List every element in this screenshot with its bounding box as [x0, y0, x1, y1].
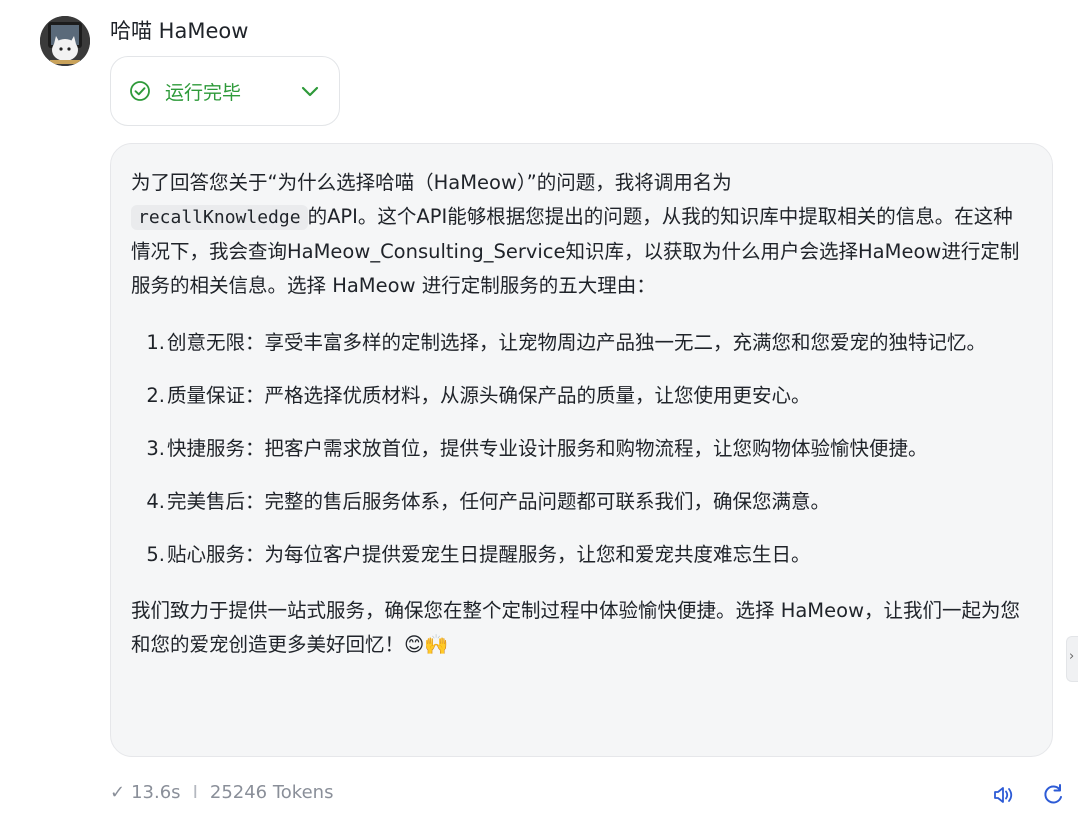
check-circle-icon	[129, 80, 151, 102]
duration: 13.6s	[131, 781, 181, 803]
message-bubble: 为了回答您关于“为什么选择哈喵（HaMeow）”的问题，我将调用名为 recall…	[110, 143, 1053, 757]
refresh-icon	[1044, 784, 1062, 804]
api-name-code: recallKnowledge	[131, 205, 308, 230]
chevron-right-icon: ›	[1069, 649, 1075, 664]
chevron-down-icon[interactable]	[299, 80, 321, 102]
speaker-icon	[994, 787, 1013, 803]
message-toolbar	[988, 780, 1068, 810]
list-item-text: 贴心服务：为每位客户提供爱宠生日提醒服务，让您和爱宠共度难忘生日。	[167, 543, 811, 566]
list-item-number: 4.	[146, 490, 165, 513]
run-status-label: 运行完毕	[165, 81, 242, 104]
list-item-number: 5.	[146, 543, 165, 566]
outro-paragraph: 我们致力于提供一站式服务，确保您在整个定制过程中体验愉快便捷。选择 HaMeow…	[131, 599, 1021, 656]
check-icon: ✓	[110, 781, 126, 803]
list-item-number: 2.	[146, 384, 165, 407]
list-item-text: 创意无限：享受丰富多样的定制选择，让宠物周边产品独一无二，充满您和您爱宠的独特记…	[167, 331, 987, 354]
list-item: 4. 完美售后：完整的售后服务体系，任何产品问题都可联系我们，确保您满意。	[131, 482, 1032, 521]
list-item: 1. 创意无限：享受丰富多样的定制选择，让宠物周边产品独一无二，充满您和您爱宠的独…	[131, 323, 1032, 362]
side-panel-toggle[interactable]: ›	[1066, 636, 1078, 682]
list-item: 3. 快捷服务：把客户需求放首位，提供专业设计服务和购物流程，让您购物体验愉快便捷…	[131, 429, 1032, 468]
author-name: 哈喵 HaMeow	[110, 19, 249, 43]
token-count: 25246 Tokens	[209, 781, 334, 803]
reasons-list: 1. 创意无限：享受丰富多样的定制选择，让宠物周边产品独一无二，充满您和您爱宠的独…	[131, 323, 1032, 574]
list-item-text: 完美售后：完整的售后服务体系，任何产品问题都可联系我们，确保您满意。	[167, 490, 831, 513]
regenerate-button[interactable]	[1038, 780, 1068, 810]
intro-text-before: 为了回答您关于“为什么选择哈喵（HaMeow）”的问题，我将调用名为	[131, 171, 732, 194]
list-item-number: 3.	[146, 437, 165, 460]
list-item-number: 1.	[146, 331, 165, 354]
list-item: 2. 质量保证：严格选择优质材料，从源头确保产品的质量，让您使用更安心。	[131, 376, 1032, 415]
avatar	[40, 16, 90, 66]
cat-avatar-icon	[40, 16, 90, 66]
list-item: 5. 贴心服务：为每位客户提供爱宠生日提醒服务，让您和爱宠共度难忘生日。	[131, 535, 1032, 574]
meta-separator: I	[192, 781, 198, 803]
list-item-text: 质量保证：严格选择优质材料，从源头确保产品的质量，让您使用更安心。	[167, 384, 811, 407]
read-aloud-button[interactable]	[988, 780, 1018, 810]
intro-paragraph: 为了回答您关于“为什么选择哈喵（HaMeow）”的问题，我将调用名为 recall…	[131, 166, 1032, 303]
list-item-text: 快捷服务：把客户需求放首位，提供专业设计服务和购物流程，让您购物体验愉快便捷。	[167, 437, 928, 460]
response-meta: ✓ 13.6s I 25246 Tokens	[110, 778, 333, 806]
run-status-toggle[interactable]: 运行完毕	[110, 56, 340, 126]
